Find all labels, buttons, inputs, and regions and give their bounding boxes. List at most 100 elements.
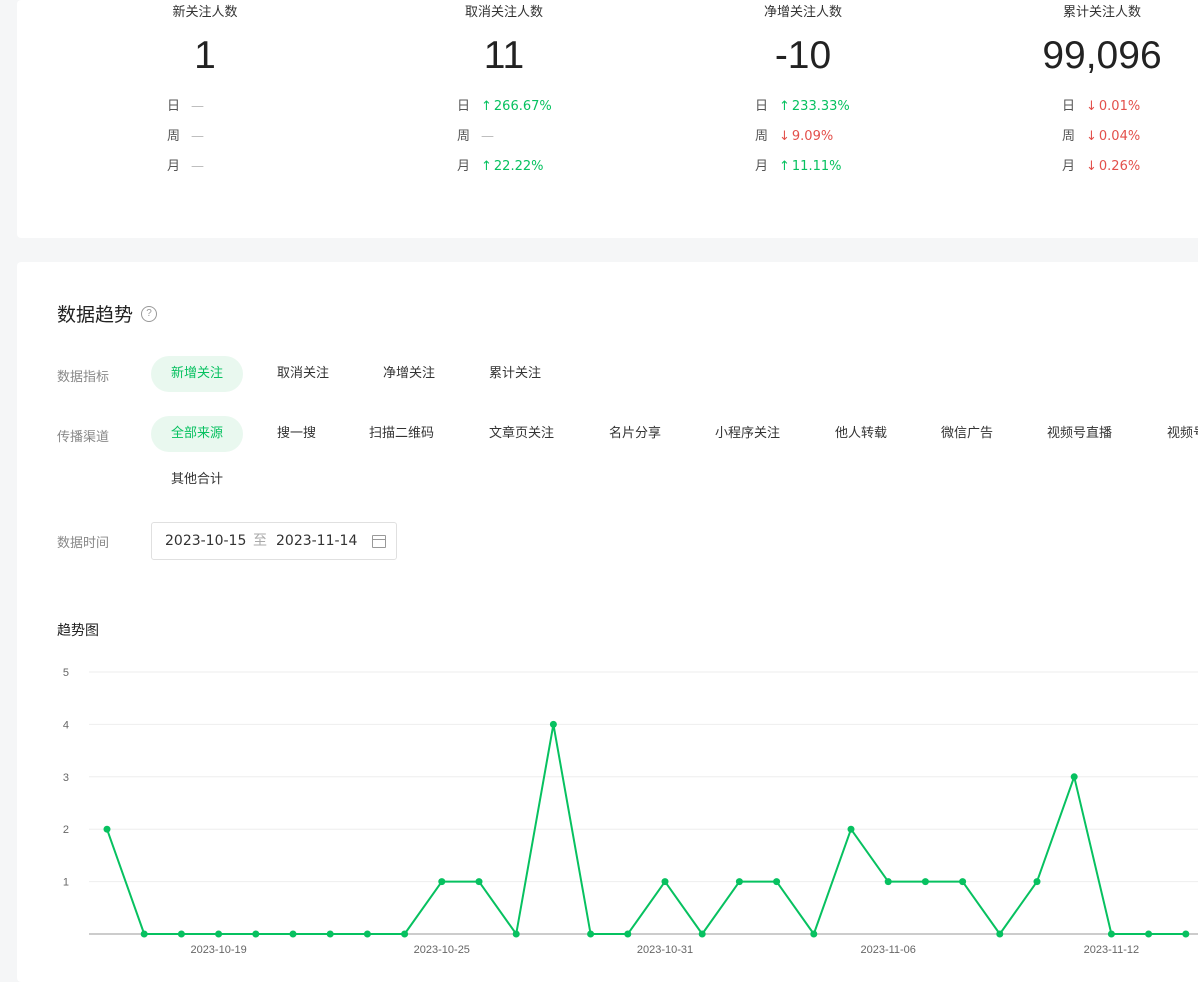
data-point bbox=[698, 930, 706, 938]
stat-label: 取消关注人数 bbox=[464, 5, 543, 20]
trend-card: 数据趋势 ? 数据指标 新增关注 取消关注 净增关注 累计关注 传播渠道 全部来源 搜一… bbox=[17, 262, 1198, 982]
comparison-value: ↓ 0.04% bbox=[1086, 126, 1140, 148]
stat-column: 累计关注人数 99,096 bbox=[952, 0, 1198, 80]
data-point bbox=[810, 930, 818, 938]
comparison-text: — bbox=[481, 129, 494, 144]
arrow-down-icon: ↓ bbox=[1086, 129, 1097, 144]
comparison-text: 22.22% bbox=[493, 159, 544, 174]
data-point bbox=[959, 878, 967, 886]
comparison-text: 11.11% bbox=[791, 159, 842, 174]
data-point bbox=[140, 930, 148, 938]
comparison-row: 月 — bbox=[167, 156, 367, 186]
comparison-period: 月 bbox=[755, 159, 769, 174]
comparison-period: 周 bbox=[457, 129, 471, 144]
comparison-list: 日 ↑ 266.67% 周 — 月 ↑ 22.22% bbox=[457, 96, 657, 186]
comparison-text: — bbox=[191, 159, 204, 174]
comparison-text: 0.26% bbox=[1098, 159, 1141, 174]
comparison-period: 月 bbox=[1062, 159, 1076, 174]
y-tick-label: 4 bbox=[63, 719, 69, 731]
comparison-value: ↓ 0.01% bbox=[1086, 96, 1140, 118]
data-point bbox=[512, 930, 520, 938]
x-tick-label: 2023-10-19 bbox=[190, 944, 246, 956]
stat-column: 取消关注人数 11 bbox=[354, 0, 654, 80]
comparison-period: 月 bbox=[457, 159, 471, 174]
stat-value: 99,096 bbox=[1042, 34, 1162, 77]
data-point bbox=[252, 930, 260, 938]
comparison-text: 9.09% bbox=[791, 129, 834, 144]
data-point bbox=[587, 930, 595, 938]
comparison-row: 日 ↑ 233.33% bbox=[755, 96, 955, 126]
y-tick-label: 3 bbox=[63, 772, 69, 784]
data-point bbox=[103, 825, 111, 833]
data-point bbox=[215, 930, 223, 938]
comparison-row: 日 ↑ 266.67% bbox=[457, 96, 657, 126]
y-tick-label: 2 bbox=[63, 824, 69, 836]
stat-value: 1 bbox=[194, 34, 216, 77]
data-point bbox=[884, 878, 892, 886]
arrow-up-icon: ↑ bbox=[779, 99, 790, 114]
comparison-period: 周 bbox=[167, 129, 181, 144]
arrow-down-icon: ↓ bbox=[1086, 99, 1097, 114]
x-tick-label: 2023-10-31 bbox=[637, 944, 693, 956]
comparison-row: 月 ↓ 0.26% bbox=[1062, 156, 1198, 186]
comparison-text: 0.01% bbox=[1098, 99, 1141, 114]
stat-label: 累计关注人数 bbox=[1062, 5, 1141, 20]
comparison-period: 日 bbox=[1062, 99, 1076, 114]
overview-card: 新关注人数 1 取消关注人数 11 净增关注人数 -10 累计关注人数 99,096 日 — 周 —… bbox=[17, 0, 1198, 238]
data-point bbox=[847, 825, 855, 833]
comparison-row: 周 ↓ 9.09% bbox=[755, 126, 955, 156]
comparison-text: 233.33% bbox=[791, 99, 850, 114]
data-point bbox=[363, 930, 371, 938]
comparison-text: — bbox=[191, 129, 204, 144]
stat-column: 新关注人数 1 bbox=[55, 0, 355, 80]
comparison-row: 日 — bbox=[167, 96, 367, 126]
comparison-row: 周 — bbox=[457, 126, 657, 156]
data-point bbox=[921, 878, 929, 886]
comparison-value: — bbox=[191, 156, 204, 178]
data-point bbox=[1070, 773, 1078, 781]
data-point bbox=[289, 930, 297, 938]
stat-label: 新关注人数 bbox=[172, 5, 238, 20]
comparison-value: — bbox=[191, 126, 204, 148]
comparison-row: 月 ↑ 22.22% bbox=[457, 156, 657, 186]
data-point bbox=[1182, 930, 1190, 938]
comparison-value: ↑ 11.11% bbox=[779, 156, 841, 178]
comparison-list: 日 ↑ 233.33% 周 ↓ 9.09% 月 ↑ 11.11% bbox=[755, 96, 955, 186]
arrow-up-icon: ↑ bbox=[481, 99, 492, 114]
comparison-value: ↓ 0.26% bbox=[1086, 156, 1140, 178]
stat-value: 11 bbox=[483, 34, 525, 77]
comparison-period: 日 bbox=[457, 99, 471, 114]
arrow-up-icon: ↑ bbox=[481, 159, 492, 174]
comparison-period: 周 bbox=[755, 129, 769, 144]
comparison-value: ↓ 9.09% bbox=[779, 126, 833, 148]
comparison-list: 日 ↓ 0.01% 周 ↓ 0.04% 月 ↓ 0.26% bbox=[1062, 96, 1198, 186]
x-tick-label: 2023-10-25 bbox=[414, 944, 470, 956]
comparison-row: 周 ↓ 0.04% bbox=[1062, 126, 1198, 156]
comparison-value: ↑ 233.33% bbox=[779, 96, 850, 118]
data-point bbox=[773, 878, 781, 886]
data-point bbox=[1033, 878, 1041, 886]
stat-value: -10 bbox=[774, 34, 832, 77]
comparison-text: — bbox=[191, 99, 204, 114]
y-tick-label: 5 bbox=[63, 667, 69, 679]
comparison-list: 日 — 周 — 月 — bbox=[167, 96, 367, 186]
comparison-row: 月 ↑ 11.11% bbox=[755, 156, 955, 186]
data-point bbox=[996, 930, 1004, 938]
data-point bbox=[1145, 930, 1153, 938]
comparison-period: 月 bbox=[167, 159, 181, 174]
comparison-period: 日 bbox=[167, 99, 181, 114]
comparison-period: 周 bbox=[1062, 129, 1076, 144]
data-point bbox=[177, 930, 185, 938]
comparison-period: 日 bbox=[755, 99, 769, 114]
trend-chart: 1 2 3 4 5 2023-10-19 2023-10-25 2023-10-31 2023-… bbox=[63, 667, 1198, 956]
data-point bbox=[624, 930, 632, 938]
data-point bbox=[401, 930, 409, 938]
comparison-text: 0.04% bbox=[1098, 129, 1141, 144]
stat-column: 净增关注人数 -10 bbox=[653, 0, 953, 80]
data-point bbox=[549, 720, 557, 728]
data-point bbox=[735, 878, 743, 886]
data-point bbox=[438, 878, 446, 886]
stat-label: 净增关注人数 bbox=[763, 5, 842, 20]
comparison-value: ↑ 22.22% bbox=[481, 156, 543, 178]
data-point bbox=[661, 878, 669, 886]
